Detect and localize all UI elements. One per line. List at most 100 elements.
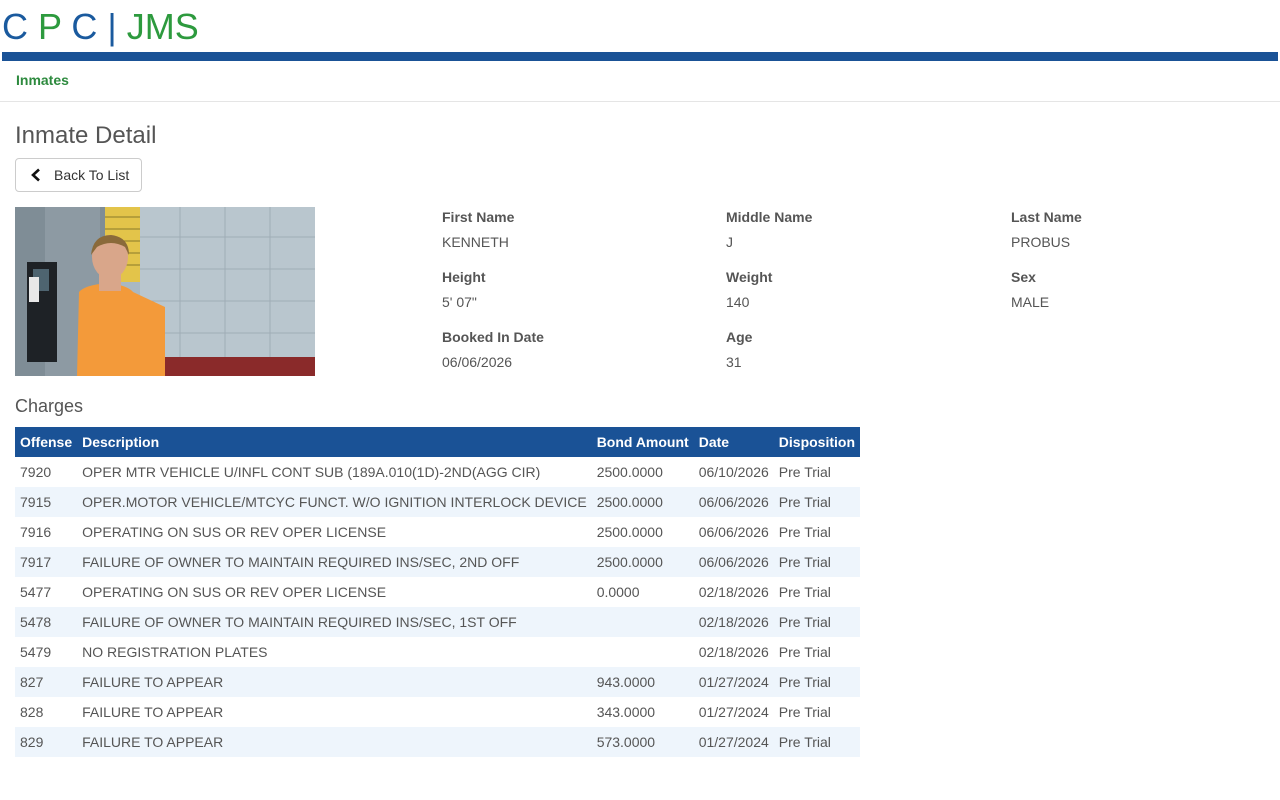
- disposition-cell: Pre Trial: [778, 524, 831, 540]
- table-row: 5478 FAILURE OF OWNER TO MAINTAIN REQUIRE…: [15, 607, 861, 637]
- disposition-cell: Pre Trial: [778, 464, 831, 480]
- age-label: Age: [726, 329, 753, 345]
- disposition-cell: Pre Trial: [773, 547, 861, 577]
- charges-table: Offense Description Bond Amount Date Dis…: [15, 427, 861, 757]
- logo-c1: C: [2, 6, 28, 47]
- col-offense: Offense: [15, 427, 78, 457]
- offense-cell: 7917: [15, 547, 78, 577]
- description-cell: OPERATING ON SUS OR REV OPER LICENSE: [82, 584, 387, 600]
- charges-title: Charges: [15, 396, 84, 416]
- nav-bar: Inmates: [0, 62, 1280, 102]
- age-field: Age 31: [726, 327, 986, 372]
- booked-date-field: Booked In Date 06/06/2026: [442, 327, 702, 372]
- sex-label: Sex: [1011, 269, 1036, 285]
- height-label: Height: [442, 269, 486, 285]
- sex-field: Sex MALE: [1011, 267, 1271, 312]
- offense-cell: 5477: [20, 584, 52, 600]
- page-title: Inmate Detail: [15, 122, 157, 149]
- date-cell: 02/18/2026: [693, 607, 774, 637]
- age-value: 31: [726, 354, 742, 370]
- table-row: 5477 OPERATING ON SUS OR REV OPER LICENSE…: [15, 577, 860, 607]
- offense-cell: 829: [15, 727, 78, 757]
- offense-cell: 7920: [20, 464, 52, 480]
- middle-name-label: Middle Name: [726, 209, 813, 225]
- date-cell: 01/27/2024: [693, 727, 774, 757]
- offense-cell: 7915: [15, 487, 78, 517]
- disposition-cell: Pre Trial: [778, 584, 831, 600]
- offense-cell: 5478: [15, 607, 78, 637]
- weight-label: Weight: [726, 269, 773, 285]
- chevron-left-icon: [29, 168, 43, 182]
- offense-cell: 827: [15, 667, 78, 697]
- logo-p: P: [38, 6, 62, 47]
- date-cell: 01/27/2024: [693, 667, 774, 697]
- table-row: 828 FAILURE TO APPEAR 343.0000 01/27/2024 Pr…: [15, 697, 860, 727]
- date-cell: 01/27/2024: [698, 704, 769, 720]
- table-row: 7917 FAILURE OF OWNER TO MAINTAIN REQUIRE…: [15, 547, 861, 577]
- logo-c2: C: [71, 6, 98, 47]
- header-bar: [2, 52, 1278, 61]
- date-cell: 06/10/2026: [698, 464, 769, 480]
- bond-amount-cell: 943.0000: [591, 667, 694, 697]
- date-cell: 06/06/2026: [693, 487, 774, 517]
- date-cell: 02/18/2026: [698, 644, 769, 660]
- bond-amount-cell: 0.0000: [596, 584, 640, 600]
- first-name-field: First Name KENNETH: [442, 207, 702, 252]
- bond-amount-cell: 2500.0000: [591, 547, 694, 577]
- logo-jms: JMS: [126, 6, 199, 47]
- col-description: Description: [77, 427, 592, 457]
- disposition-cell: Pre Trial: [773, 667, 861, 697]
- description-cell: FAILURE TO APPEAR: [77, 667, 592, 697]
- weight-value: 140: [726, 294, 750, 310]
- description-cell: FAILURE OF OWNER TO MAINTAIN REQUIRED IN…: [77, 547, 592, 577]
- table-row: 829 FAILURE TO APPEAR 573.0000 01/27/2024 Pr…: [15, 727, 861, 757]
- last-name-label: Last Name: [1011, 209, 1082, 225]
- inmate-photo: [15, 207, 315, 376]
- bond-amount-cell: 573.0000: [591, 727, 694, 757]
- disposition-cell: Pre Trial: [778, 644, 831, 660]
- disposition-cell: Pre Trial: [773, 727, 861, 757]
- col-date: Date: [693, 427, 774, 457]
- table-row: 5479 NO REGISTRATION PLATES 02/18/2026 Pre …: [15, 637, 860, 667]
- description-cell: OPER MTR VEHICLE U/INFL CONT SUB (189A.0…: [82, 464, 541, 480]
- last-name-value: PROBUS: [1011, 234, 1071, 250]
- height-value: 5' 07": [442, 294, 477, 310]
- bond-amount-cell: 2500.0000: [596, 524, 663, 540]
- offense-cell: 7916: [20, 524, 52, 540]
- description-cell: NO REGISTRATION PLATES: [82, 644, 268, 660]
- first-name-value: KENNETH: [442, 234, 509, 250]
- description-cell: FAILURE TO APPEAR: [82, 704, 224, 720]
- col-bond-amount: Bond Amount: [591, 427, 694, 457]
- bond-amount-cell: [591, 607, 694, 637]
- nav-inmates-link[interactable]: Inmates: [16, 72, 69, 88]
- description-cell: OPERATING ON SUS OR REV OPER LICENSE: [82, 524, 387, 540]
- middle-name-field: Middle Name J: [726, 207, 986, 252]
- charges-header-row: Offense Description Bond Amount Date Dis…: [15, 427, 861, 457]
- booked-date-value: 06/06/2026: [442, 354, 513, 370]
- middle-name-value: J: [726, 234, 733, 250]
- bond-amount-cell: 2500.0000: [591, 487, 694, 517]
- back-to-list-label: Back To List: [54, 167, 130, 183]
- description-cell: OPER.MOTOR VEHICLE/MTCYC FUNCT. W/O IGNI…: [77, 487, 592, 517]
- first-name-label: First Name: [442, 209, 515, 225]
- height-field: Height 5' 07": [442, 267, 702, 312]
- booked-date-label: Booked In Date: [442, 329, 544, 345]
- table-row: 7916 OPERATING ON SUS OR REV OPER LICENSE…: [15, 517, 860, 547]
- date-cell: 06/06/2026: [693, 547, 774, 577]
- col-disposition: Disposition: [773, 427, 861, 457]
- back-to-list-button[interactable]: Back To List: [15, 158, 142, 192]
- disposition-cell: Pre Trial: [778, 704, 831, 720]
- date-cell: 02/18/2026: [698, 584, 769, 600]
- disposition-cell: Pre Trial: [773, 487, 861, 517]
- date-cell: 06/06/2026: [698, 524, 769, 540]
- offense-cell: 5479: [20, 644, 52, 660]
- logo-separator: |: [107, 6, 117, 47]
- offense-cell: 828: [20, 704, 44, 720]
- bond-amount-cell: 2500.0000: [596, 464, 663, 480]
- app-logo[interactable]: C P C | JMS: [2, 6, 199, 48]
- description-cell: FAILURE TO APPEAR: [77, 727, 592, 757]
- sex-value: MALE: [1011, 294, 1050, 310]
- bond-amount-cell: [592, 637, 694, 667]
- table-row: 7920 OPER MTR VEHICLE U/INFL CONT SUB (18…: [15, 457, 860, 487]
- description-cell: FAILURE OF OWNER TO MAINTAIN REQUIRED IN…: [77, 607, 592, 637]
